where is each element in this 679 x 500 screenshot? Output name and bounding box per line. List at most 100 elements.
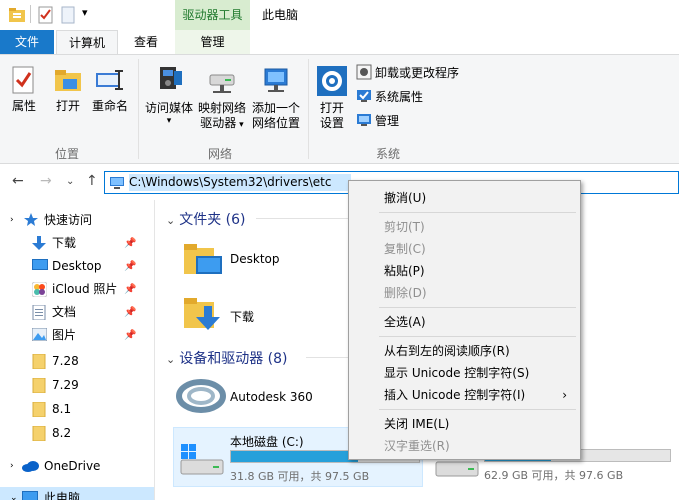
- sidebar-item-desktop[interactable]: Desktop 📌: [0, 255, 154, 278]
- sidebar-item-pictures[interactable]: 图片 📌: [0, 324, 154, 347]
- menu-item-select-all[interactable]: 全选(A): [350, 311, 579, 333]
- tab-computer[interactable]: 计算机: [56, 30, 118, 55]
- autodesk-360-label: Autodesk 360: [230, 390, 313, 404]
- sidebar-item-icloud-photos[interactable]: iCloud 照片 📌: [0, 278, 154, 301]
- sidebar-label: 7.29: [52, 378, 79, 392]
- open-settings-label-2: 设置: [319, 116, 344, 130]
- pin-icon: 📌: [124, 307, 137, 318]
- menu-item-show-unicode-control[interactable]: 显示 Unicode 控制字符(S): [350, 362, 579, 384]
- folders-section-title: 文件夹 (6): [179, 212, 246, 228]
- tab-view[interactable]: 查看: [122, 30, 170, 54]
- pin-icon: 📌: [124, 330, 137, 341]
- back-arrow-icon[interactable]: ←: [12, 173, 24, 189]
- folder-item-downloads[interactable]: 下载: [182, 292, 332, 338]
- manage-button[interactable]: 管理: [356, 111, 399, 131]
- access-media-button[interactable]: 访问媒体 ▾: [143, 65, 195, 126]
- sidebar-label: iCloud 照片: [52, 282, 118, 296]
- rename-icon: [96, 70, 123, 90]
- computer-manage-icon: [357, 114, 371, 126]
- pictures-icon: [32, 328, 47, 341]
- expand-chevron-icon[interactable]: ⌄: [10, 487, 18, 500]
- sidebar-item-onedrive[interactable]: › OneDrive: [0, 455, 154, 478]
- open-settings-button[interactable]: 打开 设置: [314, 65, 350, 131]
- properties-icon: [12, 66, 34, 94]
- window-title: 此电脑: [262, 8, 299, 22]
- recent-locations-chevron-icon[interactable]: ⌄: [66, 176, 74, 187]
- navigation-pane: › 快速访问 下载 📌 Desktop 📌 iCloud 照片 📌 文档 📌 图…: [0, 200, 155, 500]
- submenu-arrow-icon: ›: [562, 388, 567, 402]
- address-input[interactable]: C:\Windows\System32\drivers\etc: [129, 172, 331, 193]
- system-properties-button[interactable]: 系统属性: [356, 87, 423, 107]
- uninstall-program-button[interactable]: 卸载或更改程序: [356, 63, 459, 83]
- sidebar-label: 8.1: [52, 402, 72, 416]
- sidebar-label: 文档: [52, 305, 77, 319]
- open-settings-label-1: 打开: [319, 101, 344, 115]
- group-location-label: 位置: [55, 147, 80, 161]
- expand-chevron-icon[interactable]: ›: [10, 455, 14, 478]
- desktop-icon: [32, 259, 48, 270]
- menu-item-delete[interactable]: 删除(D): [350, 282, 579, 304]
- sidebar-item-folder-728[interactable]: 7.28: [0, 350, 154, 373]
- quick-access-dropdown-icon[interactable]: ▾: [82, 6, 88, 24]
- sidebar-item-folder-81[interactable]: 8.1: [0, 398, 154, 421]
- menu-item-rtl-reading-order[interactable]: 从右到左的阅读顺序(R): [350, 340, 579, 362]
- open-button[interactable]: 打开: [50, 65, 86, 114]
- collapse-chevron-icon: ⌄: [166, 353, 176, 366]
- add-location-label-2: 网络位置: [251, 116, 300, 130]
- sidebar-item-folder-82[interactable]: 8.2: [0, 422, 154, 445]
- drive-c-name: 本地磁盘 (C:): [230, 435, 304, 449]
- rename-button[interactable]: 重命名: [90, 65, 130, 114]
- open-folder-icon: [55, 70, 81, 91]
- folder-name: 下载: [230, 310, 255, 324]
- folder-properties-icon[interactable]: [8, 6, 26, 24]
- menu-item-label: 插入 Unicode 控制字符(I): [384, 388, 526, 402]
- sidebar-label: 图片: [52, 328, 77, 342]
- system-properties-label: 系统属性: [375, 90, 424, 104]
- add-network-location-button[interactable]: 添加一个 网络位置: [250, 65, 302, 131]
- sidebar-item-downloads[interactable]: 下载 📌: [0, 232, 154, 255]
- devices-section-header[interactable]: ⌄ 设备和驱动器 (8): [166, 348, 288, 368]
- pin-icon: 📌: [124, 284, 137, 295]
- menu-item-reconversion[interactable]: 汉字重选(R): [350, 435, 579, 457]
- group-system-label: 系统: [376, 147, 401, 161]
- map-network-drive-button[interactable]: 映射网络 驱动器 ▾: [196, 65, 248, 133]
- expand-chevron-icon[interactable]: ›: [10, 209, 14, 232]
- sidebar-item-documents[interactable]: 文档 📌: [0, 301, 154, 324]
- properties-button[interactable]: 属性: [6, 65, 42, 114]
- downloads-folder-icon: [184, 298, 220, 330]
- up-arrow-icon[interactable]: ↑: [86, 173, 98, 189]
- menu-item-undo[interactable]: 撤消(U): [350, 187, 579, 209]
- sidebar-label: 此电脑: [44, 491, 81, 500]
- sidebar-item-quick-access[interactable]: › 快速访问: [0, 209, 154, 232]
- menu-item-close-ime[interactable]: 关闭 IME(L): [350, 413, 579, 435]
- quick-access-divider: [30, 5, 31, 23]
- menu-item-insert-unicode-control[interactable]: 插入 Unicode 控制字符(I) ›: [350, 384, 579, 406]
- onedrive-cloud-icon: [22, 461, 39, 472]
- map-drive-label-2: 驱动器: [200, 116, 237, 130]
- collapse-chevron-icon: ⌄: [166, 214, 176, 227]
- ribbon-group-divider: [308, 59, 309, 159]
- menu-item-paste[interactable]: 粘贴(P): [350, 260, 579, 282]
- tab-manage[interactable]: 管理: [175, 30, 250, 54]
- pin-icon: 📌: [124, 238, 137, 249]
- sidebar-label: Desktop: [52, 259, 102, 273]
- tab-file[interactable]: 文件: [0, 30, 54, 54]
- map-drive-dropdown-icon: ▾: [236, 120, 244, 130]
- settings-gear-icon: [317, 66, 347, 96]
- forward-arrow-icon[interactable]: →: [40, 173, 52, 189]
- sidebar-label: 下载: [52, 236, 77, 250]
- menu-item-copy[interactable]: 复制(C): [350, 238, 579, 260]
- properties-check-icon[interactable]: [38, 6, 54, 24]
- open-label: 打开: [55, 99, 80, 113]
- autodesk-360-item[interactable]: Autodesk 360: [176, 375, 346, 419]
- sidebar-item-this-pc[interactable]: ⌄ 此电脑: [0, 487, 154, 500]
- drive-c-usage-fill: [231, 451, 358, 462]
- sidebar-item-folder-729[interactable]: 7.29: [0, 374, 154, 397]
- folder-item-desktop[interactable]: Desktop: [182, 238, 332, 284]
- sidebar-label: 7.28: [52, 354, 79, 368]
- folders-section-header[interactable]: ⌄ 文件夹 (6): [166, 209, 246, 229]
- menu-item-cut[interactable]: 剪切(T): [350, 216, 579, 238]
- new-folder-icon[interactable]: [60, 6, 76, 24]
- menu-separator: [379, 307, 576, 308]
- download-arrow-icon: [32, 236, 46, 250]
